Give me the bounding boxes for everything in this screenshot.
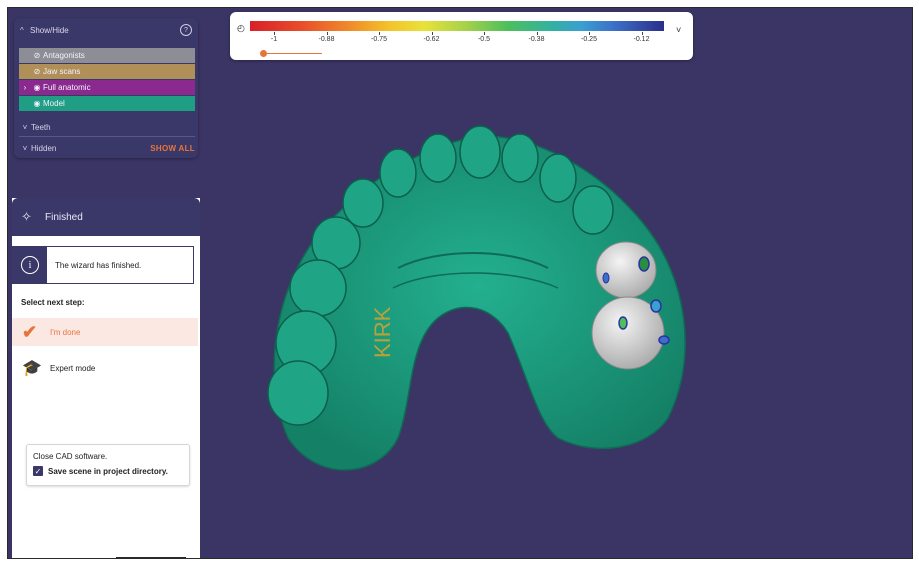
scale-tick-label: -0.38 — [528, 36, 545, 43]
magic-wand-icon: ✧ — [21, 209, 32, 224]
chevron-down-icon: ˅ — [22, 122, 28, 132]
wizard-title: Finished — [45, 211, 83, 223]
gauge-icon[interactable]: ◴ — [237, 23, 245, 34]
eye-icon[interactable]: ◉ — [31, 83, 43, 92]
chevron-down-icon: ˅ — [22, 143, 28, 153]
layer-antagonists[interactable]: ⊘ Antagonists — [19, 48, 195, 63]
scale-tick-label: -1 — [270, 36, 278, 43]
layer-label: Model — [43, 99, 65, 108]
scale-tick-label: -0.25 — [581, 36, 597, 43]
scale-tick-mark — [379, 32, 380, 35]
scale-tick-label: -0.88 — [318, 36, 335, 43]
hidden-label: Hidden — [31, 143, 57, 153]
eye-off-icon[interactable]: ⊘ — [31, 67, 43, 76]
scale-tick-mark — [431, 32, 433, 35]
layer-label: Antagonists — [43, 51, 85, 60]
wizard-header: ✧ Finished — [12, 198, 200, 236]
close-software-box: Close CAD software. ✓ Save scene in proj… — [26, 444, 190, 486]
teeth-section[interactable]: ˅ Teeth — [19, 121, 195, 133]
wizard-panel: ✧ Finished i The wizard has finished. Se… — [12, 198, 200, 558]
slider-track[interactable] — [262, 53, 322, 54]
teeth-label: Teeth — [31, 122, 51, 132]
show-hide-header[interactable]: ^ Show/Hide ? — [20, 24, 192, 36]
option-expert-mode[interactable]: 🎓 Expert mode — [12, 354, 198, 382]
info-text: The wizard has finished. — [55, 260, 142, 270]
save-scene-checkbox-row[interactable]: ✓ Save scene in project directory. — [33, 466, 168, 476]
chevron-down-icon[interactable]: ˅ — [676, 25, 681, 35]
distance-color-scale: ◴ -1 -0.88 -0.75 -0.62 -0.5 -0.38 -0.25 -0.12 ˅ — [230, 12, 693, 60]
save-scene-checkbox[interactable]: ✓ — [33, 466, 43, 476]
scale-tick-mark — [641, 32, 643, 35]
info-message: i The wizard has finished. — [12, 246, 194, 284]
layer-label: Full anatomic — [43, 83, 91, 92]
scale-tick-mark — [484, 32, 485, 35]
layer-jaw-scans[interactable]: ⊘ Jaw scans — [19, 64, 195, 79]
checkmark-icon: ✔ — [22, 321, 38, 342]
scale-tick-label: -0.5 — [477, 36, 491, 43]
eye-icon[interactable]: ◉ — [31, 99, 43, 108]
show-hide-panel: ^ Show/Hide ? ⊘ Antagonists ⊘ Jaw scans … — [14, 18, 198, 158]
show-all-button[interactable]: SHOW ALL — [150, 144, 195, 153]
option-label: I'm done — [50, 327, 81, 337]
divider — [19, 136, 195, 137]
eye-off-icon[interactable]: ⊘ — [31, 51, 43, 60]
layer-label: Jaw scans — [43, 67, 81, 76]
scale-tick-label: -0.12 — [633, 36, 650, 43]
scale-tick-mark — [536, 32, 538, 35]
dental-model-3d[interactable]: KIRK — [248, 118, 708, 498]
graduation-cap-icon: 🎓 — [22, 360, 42, 377]
show-hide-title: Show/Hide — [30, 25, 69, 35]
scale-tick-label: -0.62 — [423, 36, 440, 43]
layer-model[interactable]: ◉ Model — [19, 96, 195, 111]
option-im-done[interactable]: ✔ I'm done — [12, 318, 198, 346]
scale-tick-mark — [274, 32, 275, 35]
question-circle-icon[interactable]: ? — [180, 24, 192, 36]
chevron-up-icon: ^ — [20, 25, 24, 35]
layer-full-anatomic[interactable]: › ◉ Full anatomic — [19, 80, 195, 95]
next-step-label: Select next step: — [21, 298, 85, 307]
hidden-section[interactable]: ˅ Hidden SHOW ALL — [19, 142, 195, 154]
slider-handle[interactable] — [260, 50, 267, 57]
scale-tick-mark — [326, 32, 328, 35]
option-label: Expert mode — [50, 363, 96, 373]
scale-tick-label: -0.75 — [371, 36, 387, 43]
scale-tick-mark — [589, 32, 590, 35]
model-engraving: KIRK — [370, 306, 395, 358]
save-scene-label: Save scene in project directory. — [48, 466, 168, 476]
scrollbar[interactable] — [116, 557, 186, 558]
viewer-frame: ^ Show/Hide ? ⊘ Antagonists ⊘ Jaw scans … — [7, 7, 913, 559]
info-icon: i — [21, 256, 39, 274]
chevron-right-icon[interactable]: › — [19, 83, 31, 92]
color-gradient-bar — [250, 21, 664, 31]
close-text: Close CAD software. — [33, 452, 108, 461]
